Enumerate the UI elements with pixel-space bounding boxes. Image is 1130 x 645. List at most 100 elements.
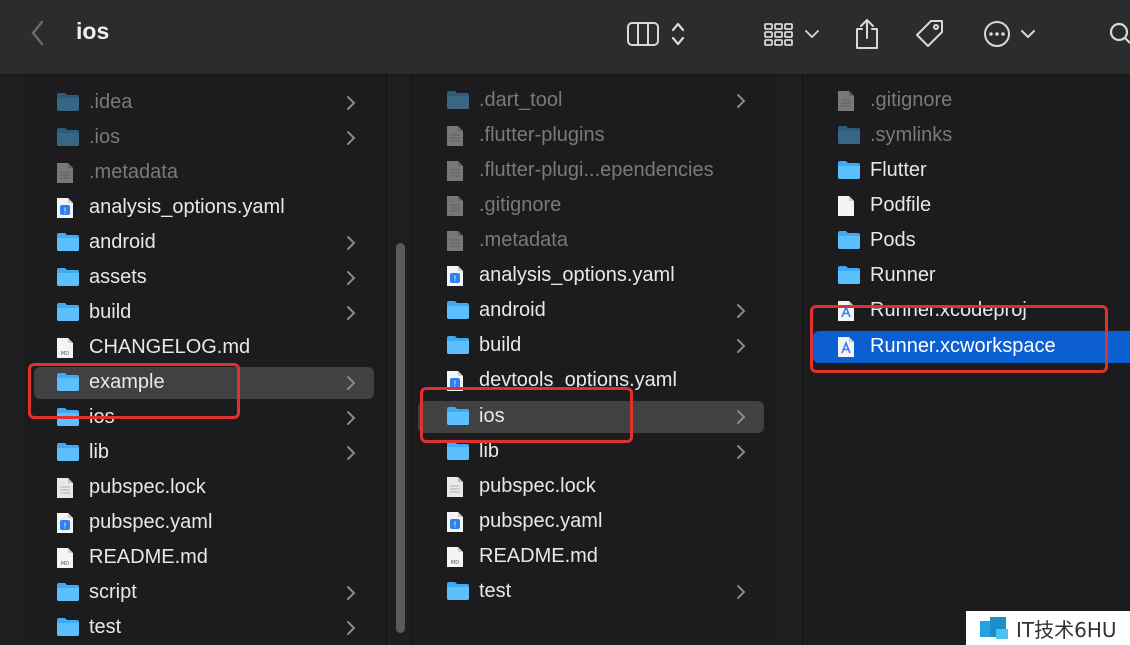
grid-view-icon[interactable] [762,14,824,54]
chevron-right-icon [346,234,356,257]
chevron-right-icon [736,302,746,325]
share-icon[interactable] [852,14,882,54]
list-item-android[interactable]: android [34,227,374,259]
search-icon[interactable] [1108,14,1130,54]
list-item-lib[interactable]: lib [34,437,374,469]
list-item-podfile[interactable]: Podfile [813,190,1130,222]
item-label: .gitignore [479,194,562,216]
column-2: .dart_tool .flutter-plugins .flutter-plugi… [412,75,774,645]
chevron-right-icon [346,129,356,152]
list-item-metadata[interactable]: .metadata [418,225,764,257]
list-item-test[interactable]: test [418,576,764,608]
yaml-file-icon: ! [446,265,470,287]
yaml-file-icon: ! [56,512,80,534]
folder-icon [446,335,470,357]
item-label: .metadata [89,161,178,183]
folder-icon [56,617,80,639]
more-icon[interactable] [982,14,1038,54]
folder-icon [837,125,861,147]
chevron-right-icon [346,409,356,432]
list-item-flutter-plugins[interactable]: .flutter-plugins [418,120,764,152]
list-item-symlinks[interactable]: .symlinks [813,120,1130,152]
folder-icon [56,92,80,114]
svg-text:!: ! [63,522,66,531]
folder-icon [56,267,80,289]
column-1: .idea .ios .metadata ! analysis_options.yaml… [22,75,386,645]
list-item-test[interactable]: test [34,612,374,644]
document-icon [446,125,470,147]
list-item-script[interactable]: script [34,577,374,609]
list-item-build[interactable]: build [34,297,374,329]
tag-icon[interactable] [914,14,946,54]
item-label: README.md [89,546,208,568]
list-item-ios[interactable]: .ios [34,122,374,154]
markdown-file-icon: MD [446,546,470,568]
item-label: .flutter-plugi...ependencies [479,159,714,181]
chevron-right-icon [736,92,746,115]
svg-text:MD: MD [61,561,69,567]
list-item-pubspec-lock[interactable]: pubspec.lock [418,471,764,503]
list-item-assets[interactable]: assets [34,262,374,294]
list-item-gitignore[interactable]: .gitignore [418,190,764,222]
item-label: README.md [479,545,598,567]
list-item-runner[interactable]: Runner [813,260,1130,292]
list-item-gitignore[interactable]: .gitignore [813,85,1130,117]
list-item-analysis-options-yaml[interactable]: ! analysis_options.yaml [418,260,764,292]
sort-arrows-icon[interactable] [670,14,686,54]
folder-icon [837,160,861,182]
watermark: IT技术6HU [966,611,1130,645]
column-view-icon[interactable] [626,14,660,54]
folder-icon [56,442,80,464]
list-item-android[interactable]: android [418,295,764,327]
item-label: pubspec.yaml [89,511,213,533]
list-item-pubspec-yaml[interactable]: ! pubspec.yaml [418,506,764,538]
list-item-idea[interactable]: .idea [34,87,374,119]
document-icon [446,160,470,182]
item-label: assets [89,266,147,288]
list-item-dart-tool[interactable]: .dart_tool [418,85,764,117]
document-icon [446,230,470,252]
item-label: test [479,580,512,602]
scrollbar[interactable] [396,243,405,633]
item-label: build [89,301,132,323]
item-label: android [89,231,156,253]
window-toolbar: ios [0,0,1130,75]
chevron-right-icon [346,304,356,327]
list-item-flutter-plugi-ependencies[interactable]: .flutter-plugi...ependencies [418,155,764,187]
list-item-build[interactable]: build [418,330,764,362]
svg-text:!: ! [63,207,66,216]
chevron-right-icon [346,94,356,117]
file-icon [837,195,861,217]
item-label: script [89,581,137,603]
chevron-left-icon[interactable] [26,18,48,48]
folder-icon [446,441,470,463]
svg-text:!: ! [453,275,456,284]
chevron-right-icon [736,337,746,360]
item-label: .ios [89,126,121,148]
list-item-pubspec-lock[interactable]: pubspec.lock [34,472,374,504]
list-item-flutter[interactable]: Flutter [813,155,1130,187]
folder-icon [446,90,470,112]
annotation-box-ios [420,387,633,443]
document-icon [837,90,861,112]
list-item-metadata[interactable]: .metadata [34,157,374,189]
item-label: pubspec.yaml [479,510,603,532]
chevron-right-icon [346,584,356,607]
folder-icon [837,230,861,252]
chevron-right-icon [736,408,746,431]
window-title: ios [76,18,110,44]
list-item-readme-md[interactable]: MD README.md [418,541,764,573]
list-item-analysis-options-yaml[interactable]: ! analysis_options.yaml [34,192,374,224]
svg-text:MD: MD [451,560,459,566]
folder-icon [446,300,470,322]
item-label: CHANGELOG.md [89,336,251,358]
watermark-text: IT技术6HU [1016,617,1117,642]
list-item-readme-md[interactable]: MD README.md [34,542,374,574]
list-item-pubspec-yaml[interactable]: ! pubspec.yaml [34,507,374,539]
list-item-changelog-md[interactable]: MD CHANGELOG.md [34,332,374,364]
item-label: analysis_options.yaml [479,264,675,286]
list-item-pods[interactable]: Pods [813,225,1130,257]
item-label: Pods [870,229,916,251]
item-label: pubspec.lock [479,475,596,497]
item-label: android [479,299,546,321]
